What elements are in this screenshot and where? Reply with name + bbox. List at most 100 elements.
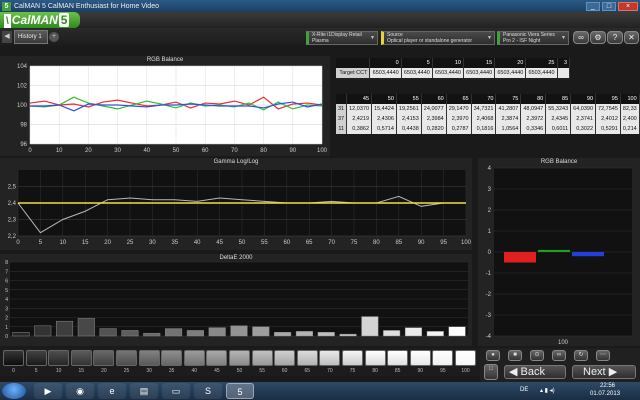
internet-explorer-icon[interactable]: e bbox=[98, 383, 126, 399]
y-tick-label: 96 bbox=[20, 142, 27, 148]
settings-icon[interactable]: ⚙ bbox=[590, 31, 606, 44]
gamma-title: Gamma Log/Log bbox=[213, 159, 259, 165]
display-selector[interactable]: Panasonic Viera Series Pro 2 - ISF Night… bbox=[497, 31, 569, 45]
table-cell: 64,0390 bbox=[570, 104, 597, 114]
tab-bar: ◀ History 1 + X-Rite i1Display Retail Pl… bbox=[0, 28, 640, 46]
deltae-bar bbox=[34, 325, 52, 337]
tray-icons[interactable]: ▴ ▮ ◂) bbox=[540, 387, 555, 394]
swatch-20[interactable] bbox=[93, 350, 115, 366]
back-button[interactable]: ◀ Back bbox=[504, 365, 566, 379]
continuous-icon[interactable]: ∞ bbox=[552, 350, 566, 361]
swatch-label: 80 bbox=[372, 368, 378, 374]
table-header: 45 bbox=[346, 94, 373, 104]
y-tick-label: -1 bbox=[486, 271, 492, 277]
swatch-95[interactable] bbox=[432, 350, 454, 366]
minimize-button[interactable]: _ bbox=[586, 1, 600, 11]
swatch-75[interactable] bbox=[342, 350, 363, 366]
rgb-bar-g bbox=[538, 249, 570, 252]
source-selector[interactable]: Source Optical player or standalone gene… bbox=[381, 31, 495, 45]
table-cell: 0,3862 bbox=[346, 124, 373, 134]
windows-taskbar: ▶ ◉ e ▤ ▭ S 5 DE ▴ ▮ ◂) 22:56 01.07.2013 bbox=[0, 382, 640, 400]
table-cell: 2,4012 bbox=[595, 114, 621, 124]
swatch-25[interactable] bbox=[116, 350, 137, 366]
deltae-bar bbox=[404, 327, 423, 337]
table-row[interactable]: 37 2,4219 2,4306 2,4153 2,3984 2,3970 2,4068 2,… bbox=[336, 114, 640, 124]
start-button[interactable] bbox=[2, 383, 26, 399]
y-tick-label: 1 bbox=[488, 229, 492, 235]
link-icon[interactable]: ∞ bbox=[573, 31, 589, 44]
x-tick-label: 0 bbox=[28, 148, 32, 154]
deltae-bar bbox=[274, 332, 292, 337]
deltae-bar bbox=[317, 332, 335, 337]
table-row[interactable]: 11 0,3862 0,5714 0,4438 0,2820 0,2787 0,1816 1,… bbox=[336, 124, 640, 134]
deltae-panel: DeltaE 2000 012345678 bbox=[0, 254, 472, 346]
close-window-button[interactable]: × bbox=[618, 1, 638, 11]
swatch-65[interactable] bbox=[296, 350, 318, 366]
swatch-0[interactable] bbox=[3, 350, 24, 366]
swatch-55[interactable] bbox=[251, 350, 273, 366]
tab-history-1[interactable]: History 1 bbox=[14, 30, 48, 44]
swatch-label: 70 bbox=[327, 368, 333, 374]
swatch-10[interactable] bbox=[48, 350, 70, 366]
close-icon[interactable]: ✕ bbox=[624, 31, 639, 44]
swatch-15[interactable] bbox=[70, 350, 92, 366]
x-tick-label: 15 bbox=[82, 240, 89, 246]
deltae-bar bbox=[339, 333, 357, 337]
swatch-40[interactable] bbox=[183, 350, 205, 366]
back-arrow-icon: ◀ bbox=[509, 366, 518, 378]
x-tick-label: 70 bbox=[328, 240, 335, 246]
swatch-35[interactable] bbox=[161, 350, 183, 366]
y-tick-label: 100 bbox=[17, 103, 28, 109]
explorer-icon[interactable]: ▤ bbox=[130, 383, 158, 399]
y-tick-label: -2 bbox=[486, 292, 492, 298]
record-icon[interactable]: ● bbox=[486, 350, 500, 361]
stop-icon[interactable]: ■ bbox=[508, 350, 522, 361]
folder-icon[interactable]: ▭ bbox=[162, 383, 190, 399]
table-cell: 0,5291 bbox=[595, 124, 621, 134]
row-label: 11 bbox=[336, 124, 348, 134]
table-cell: 2,3970 bbox=[446, 114, 472, 124]
firefox-icon[interactable]: ◉ bbox=[66, 383, 94, 399]
help-icon[interactable]: ? bbox=[607, 31, 623, 44]
deltae-bar bbox=[448, 326, 466, 337]
refresh-icon[interactable]: ↻ bbox=[574, 350, 588, 361]
chevron-down-icon: ▼ bbox=[370, 35, 375, 41]
stop-square-icon[interactable]: □ bbox=[484, 364, 498, 380]
deltae-bar bbox=[426, 331, 444, 337]
swatch-100[interactable] bbox=[455, 350, 476, 366]
swatch-85[interactable] bbox=[387, 350, 409, 366]
grayscale-swatches: 0 5 10 15 20 25 30 35 40 45 50 55 60 65 70 75 80 85 90 95 10… bbox=[0, 348, 480, 376]
options-icon[interactable]: ⋯ bbox=[596, 350, 610, 361]
swatch-90[interactable] bbox=[409, 350, 431, 366]
table-corner bbox=[336, 94, 348, 104]
swatch-5[interactable] bbox=[25, 350, 47, 366]
table-cell: 2,4153 bbox=[396, 114, 422, 124]
y-tick-label: 3 bbox=[5, 306, 8, 312]
add-tab-button[interactable]: + bbox=[49, 32, 59, 42]
swatch-60[interactable] bbox=[274, 350, 296, 366]
maximize-button[interactable]: □ bbox=[602, 1, 616, 11]
read-series-icon[interactable]: ⊙ bbox=[530, 350, 544, 361]
calman-taskbar-icon[interactable]: 5 bbox=[226, 383, 254, 399]
swatch-50[interactable] bbox=[229, 350, 250, 366]
cct-row-label: Target CCT bbox=[336, 68, 371, 78]
table-cell: 2,4306 bbox=[371, 114, 397, 124]
table-header: 55 bbox=[396, 94, 422, 104]
cct-header: 20 bbox=[494, 58, 527, 68]
media-player-icon[interactable]: ▶ bbox=[34, 383, 62, 399]
swatch-30[interactable] bbox=[138, 350, 160, 366]
x-tick-label: 65 bbox=[306, 240, 313, 246]
table-row[interactable]: 31 12,0370 15,4424 19,2561 24,0077 29,1470 34,… bbox=[336, 104, 640, 114]
swatch-70[interactable] bbox=[319, 350, 341, 366]
language-indicator[interactable]: DE bbox=[520, 387, 528, 393]
table-cell: 2,4219 bbox=[346, 114, 373, 124]
deltae-bar bbox=[143, 332, 161, 337]
swatch-45[interactable] bbox=[206, 350, 228, 366]
swatch-80[interactable] bbox=[364, 350, 386, 366]
tab-scroll-left-button[interactable]: ◀ bbox=[2, 31, 12, 43]
meter-selector[interactable]: X-Rite i1Display Retail Plasma ▼ bbox=[306, 31, 378, 45]
next-button[interactable]: Next ▶ bbox=[572, 365, 636, 379]
table-cell: 2,3741 bbox=[570, 114, 597, 124]
skype-icon[interactable]: S bbox=[194, 383, 222, 399]
cct-cell: 6503,4440 bbox=[494, 68, 527, 78]
